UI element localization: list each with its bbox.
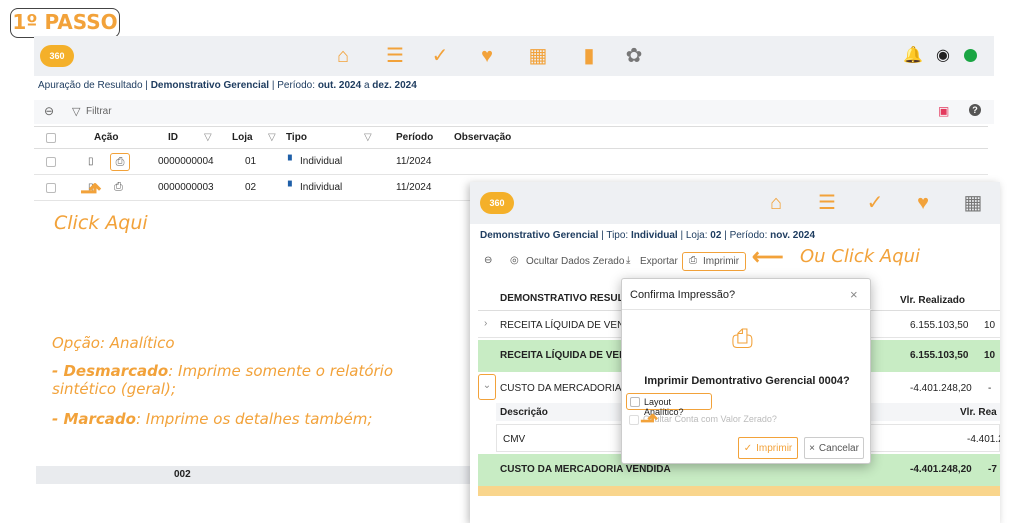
cell-periodo: 11/2024: [396, 182, 432, 193]
panel-bottom-band: [478, 486, 1000, 496]
back-icon[interactable]: ⊖: [44, 104, 54, 118]
back-icon[interactable]: ⊖: [484, 255, 492, 266]
exportar-button[interactable]: Exportar: [640, 256, 678, 267]
settings-gear-icon[interactable]: ✿: [621, 43, 647, 69]
list-icon[interactable]: ☰: [814, 190, 840, 216]
grid-footer: 002: [36, 466, 476, 484]
step-badge: 1º PASSO: [10, 8, 120, 38]
close-icon[interactable]: ×: [850, 287, 858, 302]
status-dot-icon: [964, 49, 977, 62]
doc-type-icon: ▘: [288, 182, 296, 193]
arrow-left-icon: ⟵: [752, 244, 784, 269]
dialog-title: Confirma Impressão?: [630, 289, 736, 301]
divider: [622, 309, 872, 310]
filter-label[interactable]: Filtrar: [86, 106, 112, 117]
filter-id-icon[interactable]: ▽: [204, 127, 212, 148]
chevron-right-icon[interactable]: ›: [484, 318, 487, 329]
filter-tipo-icon[interactable]: ▽: [364, 127, 372, 148]
help-icon[interactable]: ?: [969, 104, 981, 116]
layout-analitico-checkbox[interactable]: [630, 397, 640, 407]
arrow-up-icon: ⬏: [80, 176, 102, 206]
list-icon[interactable]: ☰: [382, 43, 408, 69]
cell-id: 0000000003: [158, 182, 214, 193]
check-circle-icon[interactable]: ✓: [427, 43, 453, 69]
col-loja[interactable]: Loja: [232, 127, 253, 148]
footer-count: 002: [174, 469, 191, 480]
export-box-icon[interactable]: ▣: [938, 104, 949, 118]
row-checkbox[interactable]: [46, 182, 56, 193]
doc-type-icon: ▘: [288, 156, 296, 167]
home-icon[interactable]: ⌂: [330, 43, 356, 69]
desmarcado-hint: - Desmarcado: Imprime somente o relatóri…: [52, 362, 394, 398]
ocultar-conta-label: Ocultar Conta com Valor Zerado?: [643, 414, 777, 424]
print-icon[interactable]: ⎙: [110, 152, 130, 171]
cancel-button[interactable]: × Cancelar: [804, 437, 864, 459]
chart-board-icon[interactable]: ▦: [525, 43, 551, 69]
ocultar-conta-checkbox[interactable]: [629, 415, 639, 425]
cell-loja: 02: [245, 182, 257, 193]
opcao-hint: Opção: Analítico: [52, 334, 175, 352]
check-circle-icon[interactable]: ✓: [862, 190, 888, 216]
book-icon[interactable]: ▮: [576, 43, 602, 69]
filter-loja-icon[interactable]: ▽: [268, 127, 276, 148]
col-observacao[interactable]: Observação: [454, 127, 511, 148]
col-acao: Ação: [94, 132, 119, 143]
heartbeat-icon[interactable]: ♥: [474, 43, 500, 69]
app-logo[interactable]: 360: [40, 45, 74, 67]
detail-breadcrumb: Demonstrativo Gerencial | Tipo: Individu…: [480, 230, 816, 241]
grid-toolbar: ⊖ ▽ Filtrar ▣ ?: [34, 100, 994, 124]
click-aqui-hint: Click Aqui: [54, 212, 148, 234]
close-icon: ×: [809, 442, 815, 454]
home-icon[interactable]: ⌂: [763, 190, 789, 216]
printer-icon: ⎙: [732, 323, 753, 353]
eye-hide-icon[interactable]: ◎: [510, 255, 519, 266]
layout-analitico-option[interactable]: Layout Analítico?: [626, 393, 712, 417]
marcado-hint: - Marcado: Imprime os detalhes também;: [52, 410, 373, 428]
app-logo[interactable]: 360: [480, 192, 514, 214]
cell-tipo: Individual: [300, 182, 343, 193]
filter-icon[interactable]: ▽: [72, 105, 80, 118]
cell-loja: 01: [245, 156, 257, 167]
grid-header: Ação ID ▽ Loja ▽ Tipo ▽ Período Observaç…: [34, 127, 988, 149]
detail-navbar: 360 ⌂ ☰ ✓ ♥ ▦: [470, 182, 1000, 224]
bell-icon[interactable]: 🔔: [900, 43, 926, 69]
print-icon: ⎙: [689, 255, 697, 266]
cell-periodo: 11/2024: [396, 156, 432, 167]
download-icon[interactable]: ⤓: [626, 255, 630, 266]
view-doc-icon[interactable]: ▯: [88, 149, 94, 174]
chevron-down-icon[interactable]: ⌄: [478, 374, 496, 400]
row-checkbox[interactable]: [46, 156, 56, 167]
cell-tipo: Individual: [300, 156, 343, 167]
dialog-message: Imprimir Demontrativo Gerencial 0004?: [644, 375, 850, 387]
arrow-up-icon: ⬏: [640, 408, 659, 433]
print-icon[interactable]: ⎙: [114, 175, 123, 200]
ocultar-dados-button[interactable]: Ocultar Dados Zerado: [526, 256, 624, 267]
col-tipo[interactable]: Tipo: [286, 127, 307, 148]
breadcrumb: Apuração de Resultado | Demonstrativo Ge…: [38, 80, 417, 91]
print-confirm-dialog: Confirma Impressão? × ⎙ Imprimir Demontr…: [621, 278, 872, 464]
heartbeat-icon[interactable]: ♥: [910, 190, 936, 216]
col-id[interactable]: ID: [168, 127, 178, 148]
confirm-print-button[interactable]: ✓ Imprimir: [738, 437, 798, 459]
table-row[interactable]: ▯ ⎙ 0000000004 01 ▘ Individual 11/2024: [34, 149, 988, 175]
ou-click-aqui-hint: Ou Click Aqui: [800, 246, 921, 267]
col-periodo[interactable]: Período: [396, 127, 433, 148]
user-icon[interactable]: ◉: [930, 43, 956, 69]
cell-id: 0000000004: [158, 156, 214, 167]
top-navbar: 360 ⌂ ☰ ✓ ♥ ▦ ▮ ✿ 🔔 ◉: [34, 36, 994, 76]
imprimir-button[interactable]: ⎙ Imprimir: [682, 252, 746, 271]
check-icon: ✓: [743, 442, 753, 454]
chart-board-icon[interactable]: ▦: [960, 190, 986, 216]
select-all-checkbox[interactable]: [46, 132, 56, 143]
detail-toolbar: ⊖ ◎ Ocultar Dados Zerado ⤓ Exportar ⎙ Im…: [470, 250, 1000, 274]
